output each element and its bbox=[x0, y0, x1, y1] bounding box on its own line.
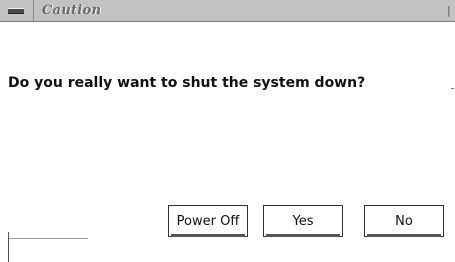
dialog-baseline bbox=[8, 238, 88, 239]
window-menu-button[interactable] bbox=[0, 0, 33, 21]
power-off-button[interactable]: Power Off bbox=[168, 205, 248, 237]
no-button[interactable]: No bbox=[364, 205, 444, 237]
left-edge-line bbox=[8, 232, 9, 262]
window-menu-icon bbox=[8, 8, 24, 14]
caution-dialog: Caution | Do you really want to shut the… bbox=[0, 0, 455, 262]
window-title: Caution bbox=[42, 3, 102, 18]
title-bar[interactable]: Caution | bbox=[0, 0, 455, 22]
title-bar-divider bbox=[33, 0, 34, 21]
dialog-message: Do you really want to shut the system do… bbox=[8, 75, 366, 91]
yes-button[interactable]: Yes bbox=[263, 205, 343, 237]
title-bar-right-mark: | bbox=[447, 4, 451, 17]
message-edge-mark bbox=[451, 88, 454, 89]
